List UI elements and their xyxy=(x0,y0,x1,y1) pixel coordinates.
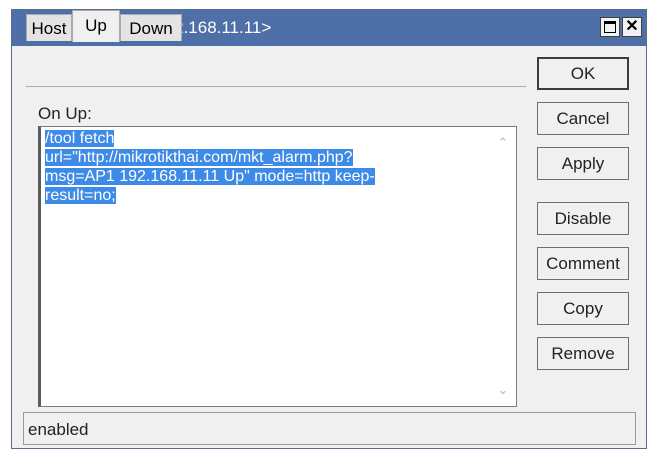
apply-button[interactable]: Apply xyxy=(537,147,629,180)
tab-row-divider xyxy=(26,86,526,87)
netwatch-host-window: Netwatch Host <192.168.11.11> ✕ Host Up … xyxy=(11,9,647,449)
close-button[interactable]: ✕ xyxy=(622,17,642,37)
remove-button[interactable]: Remove xyxy=(537,337,629,370)
scroll-down-arrow-icon[interactable]: ⌄ xyxy=(492,382,514,398)
status-text: enabled xyxy=(28,420,89,439)
script-line: msg=AP1 192.168.11.11 Up" mode=http keep… xyxy=(45,168,375,185)
script-line: result=no; xyxy=(45,187,116,204)
tab-host[interactable]: Host xyxy=(26,14,72,41)
tab-down[interactable]: Down xyxy=(120,14,182,41)
script-text: /tool fetch url="http://mikrotikthai.com… xyxy=(45,129,465,205)
tab-up-label: Up xyxy=(85,16,107,35)
copy-button[interactable]: Copy xyxy=(537,292,629,325)
vertical-scrollbar[interactable]: ⌃ ⌄ xyxy=(492,129,514,402)
on-up-label: On Up: xyxy=(38,104,92,123)
close-icon: ✕ xyxy=(625,18,639,35)
script-line: /tool fetch xyxy=(45,130,115,147)
on-up-script-textarea[interactable]: /tool fetch url="http://mikrotikthai.com… xyxy=(38,126,517,407)
maximize-button[interactable] xyxy=(600,17,620,37)
ok-button[interactable]: OK xyxy=(537,57,629,90)
tab-host-label: Host xyxy=(31,19,67,38)
scroll-up-arrow-icon[interactable]: ⌃ xyxy=(492,135,514,151)
disable-button[interactable]: Disable xyxy=(537,202,629,235)
status-bar: enabled xyxy=(23,412,636,445)
cancel-button[interactable]: Cancel xyxy=(537,102,629,135)
maximize-icon xyxy=(604,21,616,33)
tab-up[interactable]: Up xyxy=(72,10,120,42)
tab-down-label: Down xyxy=(129,19,173,38)
comment-button[interactable]: Comment xyxy=(537,247,629,280)
script-line: url="http://mikrotikthai.com/mkt_alarm.p… xyxy=(45,149,353,166)
